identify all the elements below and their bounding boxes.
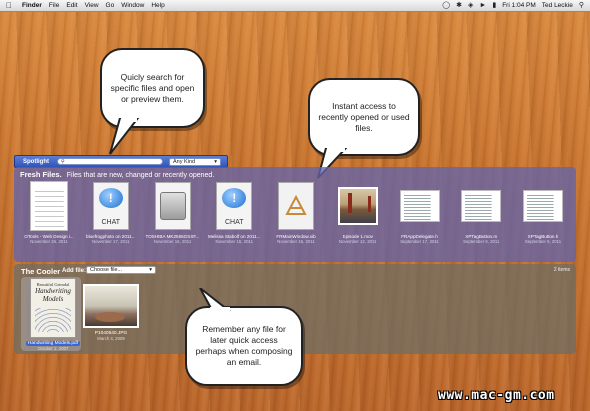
wifi-icon[interactable]: ◈ (468, 0, 473, 11)
menu-file[interactable]: File (49, 0, 59, 11)
file-item[interactable]: FRAppDelegate.h September 17, 2011 (391, 181, 449, 244)
choose-file-select[interactable]: Choose file... ▾ (86, 266, 156, 274)
movie-thumbnail (337, 187, 378, 225)
spotlight-search-input[interactable]: ⚲ (57, 158, 163, 165)
callout-recent: Instant access to recently opened or use… (308, 78, 420, 156)
menu-finder[interactable]: Finder (22, 0, 42, 11)
source-code-icon (523, 190, 563, 222)
add-file-label: Add file: (62, 268, 86, 274)
file-date: November 15, 2011 (277, 239, 315, 244)
chat-transcript-icon: ! CHAT (216, 182, 253, 230)
pdf-thumbnail-title-line-2: Handwriting Models (35, 287, 71, 303)
menu-bar:  Finder File Edit View Go Window Help ◯… (0, 0, 590, 12)
file-date: November 15, 2011 (215, 239, 253, 244)
callout-search: Quicly search for specific files and ope… (100, 48, 205, 128)
choose-file-value: Choose file... (90, 267, 123, 273)
watermark: www.mac-gm.com (438, 388, 555, 403)
file-item[interactable]: TOSHIBA MK2555GSXF... November 16, 2011 (144, 181, 202, 244)
callout-cooler: Remember any file for later quick access… (185, 306, 303, 386)
xib-file-icon (278, 182, 314, 230)
fresh-files-subtitle: Files that are new, changed or recently … (66, 172, 215, 179)
spotlight-label: Spotlight (23, 158, 49, 165)
source-code-icon (399, 190, 440, 222)
document-icon (30, 181, 68, 231)
file-item[interactable]: FRMainWindow.xib November 15, 2011 (267, 181, 325, 244)
cooler-file-item[interactable]: P1040540.JPG March 4, 2009 (76, 278, 146, 341)
file-date: September 6, 2011 (463, 239, 500, 244)
menu-go[interactable]: Go (106, 0, 115, 11)
menu-view[interactable]: View (85, 0, 99, 11)
time-machine-icon[interactable]: ◯ (442, 0, 450, 11)
fresh-files-title: Fresh Files. (20, 170, 62, 179)
file-date: November 17, 2011 (92, 239, 130, 244)
file-date: September 6, 2011 (524, 239, 562, 244)
file-item[interactable]: ! CHAT Melissa Stabolf on 2011... Novembe… (205, 181, 263, 244)
pdf-thumbnail: Beautiful Grimdal Handwriting Models (30, 278, 76, 338)
menubar-user[interactable]: Ted Leckie (542, 0, 573, 11)
file-date: November 12, 2011 (339, 239, 377, 244)
menu-edit[interactable]: Edit (66, 0, 77, 11)
menu-window[interactable]: Window (121, 0, 144, 11)
spotlight-search-icon[interactable]: ⚲ (579, 0, 584, 11)
source-code-icon (461, 190, 502, 222)
fresh-files-list: OTools - Web Design i... November 26, 20… (20, 181, 572, 244)
cooler-title: The Cooler (21, 267, 61, 276)
file-date: November 16, 2011 (153, 239, 192, 244)
file-date: September 17, 2011 (400, 239, 439, 244)
file-item[interactable]: XPTagButton.m September 6, 2011 (452, 181, 510, 244)
chat-transcript-icon: ! CHAT (92, 182, 129, 230)
fresh-files-panel: Fresh Files. Files that are new, changed… (14, 167, 576, 262)
callout-search-tail (109, 118, 140, 155)
callout-cooler-tail (199, 288, 231, 312)
fresh-files-heading: Fresh Files. Files that are new, changed… (20, 170, 214, 179)
menubar-clock[interactable]: Fri 1:04 PM (502, 0, 536, 11)
apple-icon[interactable]:  (3, 0, 15, 11)
magnifier-icon: ⚲ (61, 158, 65, 165)
photo-thumbnail (83, 284, 139, 328)
callout-recent-text: Instant access to recently opened or use… (318, 100, 410, 133)
file-item[interactable]: OTools - Web Design i... November 26, 20… (20, 181, 78, 244)
file-date: November 26, 2011 (30, 239, 68, 244)
chevron-down-icon: ▾ (149, 267, 152, 273)
callout-search-text: Quicly search for specific files and ope… (110, 71, 195, 104)
file-item[interactable]: Episode 1.mov November 12, 2011 (329, 181, 387, 244)
volume-icon[interactable]: ► (479, 0, 486, 11)
bluetooth-icon[interactable]: ✱ (456, 0, 462, 11)
cooler-item-count: 2 items (553, 267, 570, 273)
menubar-status-area: ◯ ✱ ◈ ► ▮ Fri 1:04 PM Ted Leckie ⚲ (442, 0, 584, 11)
battery-icon[interactable]: ▮ (492, 0, 496, 11)
menu-help[interactable]: Help (151, 0, 164, 11)
callout-cooler-text: Remember any file for later quick access… (195, 324, 293, 367)
chevron-down-icon: ▾ (214, 158, 217, 165)
file-date: March 4, 2009 (97, 336, 125, 341)
kind-select-value: Any Kind (173, 158, 196, 165)
file-item[interactable]: XPTagButton.h September 6, 2011 (514, 181, 572, 244)
file-date: October 1, 2007 (37, 346, 69, 351)
kind-select[interactable]: Any Kind ▾ (169, 157, 221, 166)
file-item[interactable]: ! CHAT bluefrogphoto on 2011... November … (82, 181, 140, 244)
hard-drive-icon (154, 182, 191, 230)
